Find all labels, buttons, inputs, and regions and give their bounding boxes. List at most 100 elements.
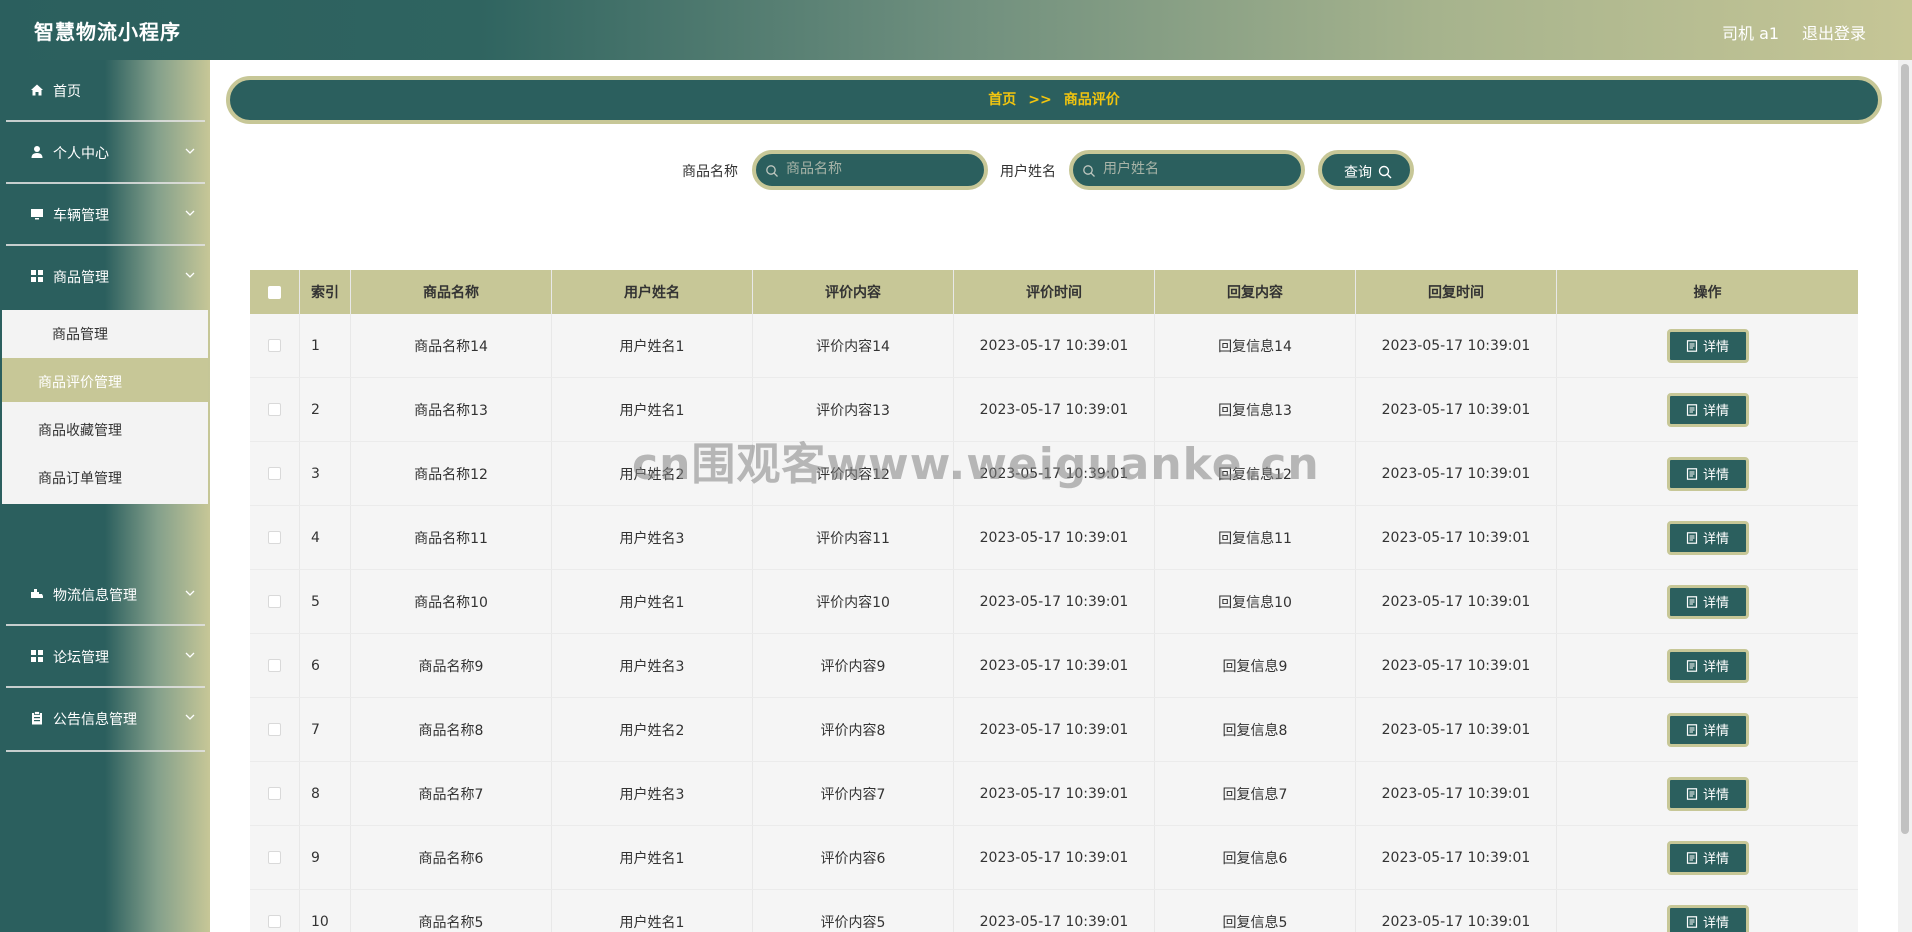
select-all-cell (250, 270, 300, 314)
user-name-search[interactable] (1069, 150, 1305, 190)
row-checkbox[interactable] (268, 531, 281, 544)
row-checkbox[interactable] (268, 339, 281, 352)
monitor-icon (31, 209, 43, 220)
cell-user-name: 用户姓名3 (552, 634, 753, 697)
detail-button-label: 详情 (1702, 468, 1729, 483)
sidebar-item-products[interactable]: 商品管理 (6, 246, 205, 308)
select-all-checkbox[interactable] (268, 285, 281, 299)
cell-reply-content: 回复信息11 (1155, 506, 1356, 569)
cell-reply-time: 2023-05-17 10:39:01 (1356, 890, 1557, 932)
detail-button[interactable]: 详情 (1666, 584, 1749, 619)
document-icon (1686, 915, 1698, 928)
detail-button[interactable]: 详情 (1666, 392, 1749, 427)
scrollbar-thumb[interactable] (1901, 64, 1909, 834)
cell-actions: 详情 (1557, 570, 1858, 633)
user-name-input[interactable] (1103, 161, 1283, 177)
detail-button-label: 详情 (1702, 596, 1729, 611)
document-icon (1686, 531, 1698, 544)
cell-actions: 详情 (1557, 762, 1858, 825)
document-icon (1686, 659, 1698, 672)
cell-review-content: 评价内容6 (753, 826, 954, 889)
document-icon (1686, 595, 1698, 608)
cell-reply-content: 回复信息5 (1155, 890, 1356, 932)
table-row: 6 商品名称9 用户姓名3 评价内容9 2023-05-17 10:39:01 回复信息9… (250, 634, 1858, 698)
sidebar-item-profile[interactable]: 个人中心 (6, 122, 205, 184)
row-select-cell (250, 442, 300, 505)
sidebar-item-home[interactable]: 首页 (6, 60, 205, 122)
sidebar-item-vehicles[interactable]: 车辆管理 (6, 184, 205, 246)
detail-button[interactable]: 详情 (1666, 776, 1749, 811)
table-header-row: 索引 商品名称 用户姓名 评价内容 评价时间 回复内容 回复时间 操作 (250, 270, 1858, 314)
detail-button[interactable]: 详情 (1666, 712, 1749, 747)
row-checkbox[interactable] (268, 659, 281, 672)
search-icon (1083, 165, 1095, 177)
query-button-label: 查询 (1344, 165, 1372, 181)
row-select-cell (250, 506, 300, 569)
cell-product-name: 商品名称13 (351, 378, 552, 441)
products-submenu: 商品管理 商品评价管理 商品收藏管理 商品订单管理 (2, 310, 208, 504)
page-scrollbar[interactable] (1898, 60, 1912, 932)
sidebar-item-logistics[interactable]: 物流信息管理 (6, 564, 205, 626)
cell-user-name: 用户姓名1 (552, 314, 753, 377)
cell-user-name: 用户姓名2 (552, 698, 753, 761)
cell-index: 1 (300, 314, 351, 377)
row-select-cell (250, 826, 300, 889)
cell-actions: 详情 (1557, 826, 1858, 889)
cell-user-name: 用户姓名1 (552, 890, 753, 932)
product-name-search[interactable] (752, 150, 988, 190)
row-select-cell (250, 890, 300, 932)
grid-icon (31, 270, 43, 282)
detail-button[interactable]: 详情 (1666, 456, 1749, 491)
submenu-item-product-reviews[interactable]: 商品评价管理 (2, 358, 208, 402)
sidebar-item-label: 车辆管理 (53, 208, 109, 224)
cell-index: 4 (300, 506, 351, 569)
row-checkbox[interactable] (268, 403, 281, 416)
submenu-item-product-management[interactable]: 商品管理 (2, 310, 208, 354)
detail-button-label: 详情 (1702, 404, 1729, 419)
detail-button[interactable]: 详情 (1666, 840, 1749, 875)
row-checkbox[interactable] (268, 595, 281, 608)
row-checkbox[interactable] (268, 851, 281, 864)
cell-review-time: 2023-05-17 10:39:01 (954, 314, 1155, 377)
cell-reply-content: 回复信息9 (1155, 634, 1356, 697)
row-checkbox[interactable] (268, 723, 281, 736)
detail-button[interactable]: 详情 (1666, 904, 1749, 932)
sidebar-item-forum[interactable]: 论坛管理 (6, 626, 205, 688)
product-name-input[interactable] (786, 161, 966, 177)
cell-actions: 详情 (1557, 442, 1858, 505)
breadcrumb-home[interactable]: 首页 (988, 92, 1016, 108)
row-checkbox[interactable] (268, 787, 281, 800)
cell-review-content: 评价内容14 (753, 314, 954, 377)
detail-button-label: 详情 (1702, 788, 1729, 803)
cell-review-content: 评价内容10 (753, 570, 954, 633)
cell-review-content: 评价内容9 (753, 634, 954, 697)
submenu-item-product-orders[interactable]: 商品订单管理 (2, 454, 208, 498)
sidebar-item-label: 商品管理 (53, 270, 109, 286)
cell-product-name: 商品名称12 (351, 442, 552, 505)
cell-index: 5 (300, 570, 351, 633)
detail-button[interactable]: 详情 (1666, 328, 1749, 363)
detail-button[interactable]: 详情 (1666, 520, 1749, 555)
search-icon (1378, 165, 1392, 179)
cell-reply-time: 2023-05-17 10:39:01 (1356, 570, 1557, 633)
detail-button-label: 详情 (1702, 724, 1729, 739)
document-icon (1686, 723, 1698, 736)
cell-reply-time: 2023-05-17 10:39:01 (1356, 314, 1557, 377)
row-checkbox[interactable] (268, 915, 281, 928)
cell-reply-time: 2023-05-17 10:39:01 (1356, 762, 1557, 825)
logout-link[interactable]: 退出登录 (1802, 20, 1866, 44)
menu-divider (6, 750, 205, 752)
detail-button[interactable]: 详情 (1666, 648, 1749, 683)
cell-index: 2 (300, 378, 351, 441)
header-reply-content: 回复内容 (1155, 270, 1356, 314)
query-button[interactable]: 查询 (1318, 150, 1414, 190)
detail-button-label: 详情 (1702, 916, 1729, 931)
cell-user-name: 用户姓名3 (552, 506, 753, 569)
sidebar-item-announcements[interactable]: 公告信息管理 (6, 688, 205, 750)
breadcrumb: 首页 >> 商品评价 (226, 76, 1882, 124)
submenu-item-product-favorites[interactable]: 商品收藏管理 (2, 406, 208, 450)
sidebar: 首页 个人中心 车辆管理 商品管理 商品管理 商品评价管理 商品收藏管理 商品订… (0, 60, 210, 932)
row-checkbox[interactable] (268, 467, 281, 480)
header-actions: 操作 (1693, 285, 1722, 301)
cell-product-name: 商品名称8 (351, 698, 552, 761)
